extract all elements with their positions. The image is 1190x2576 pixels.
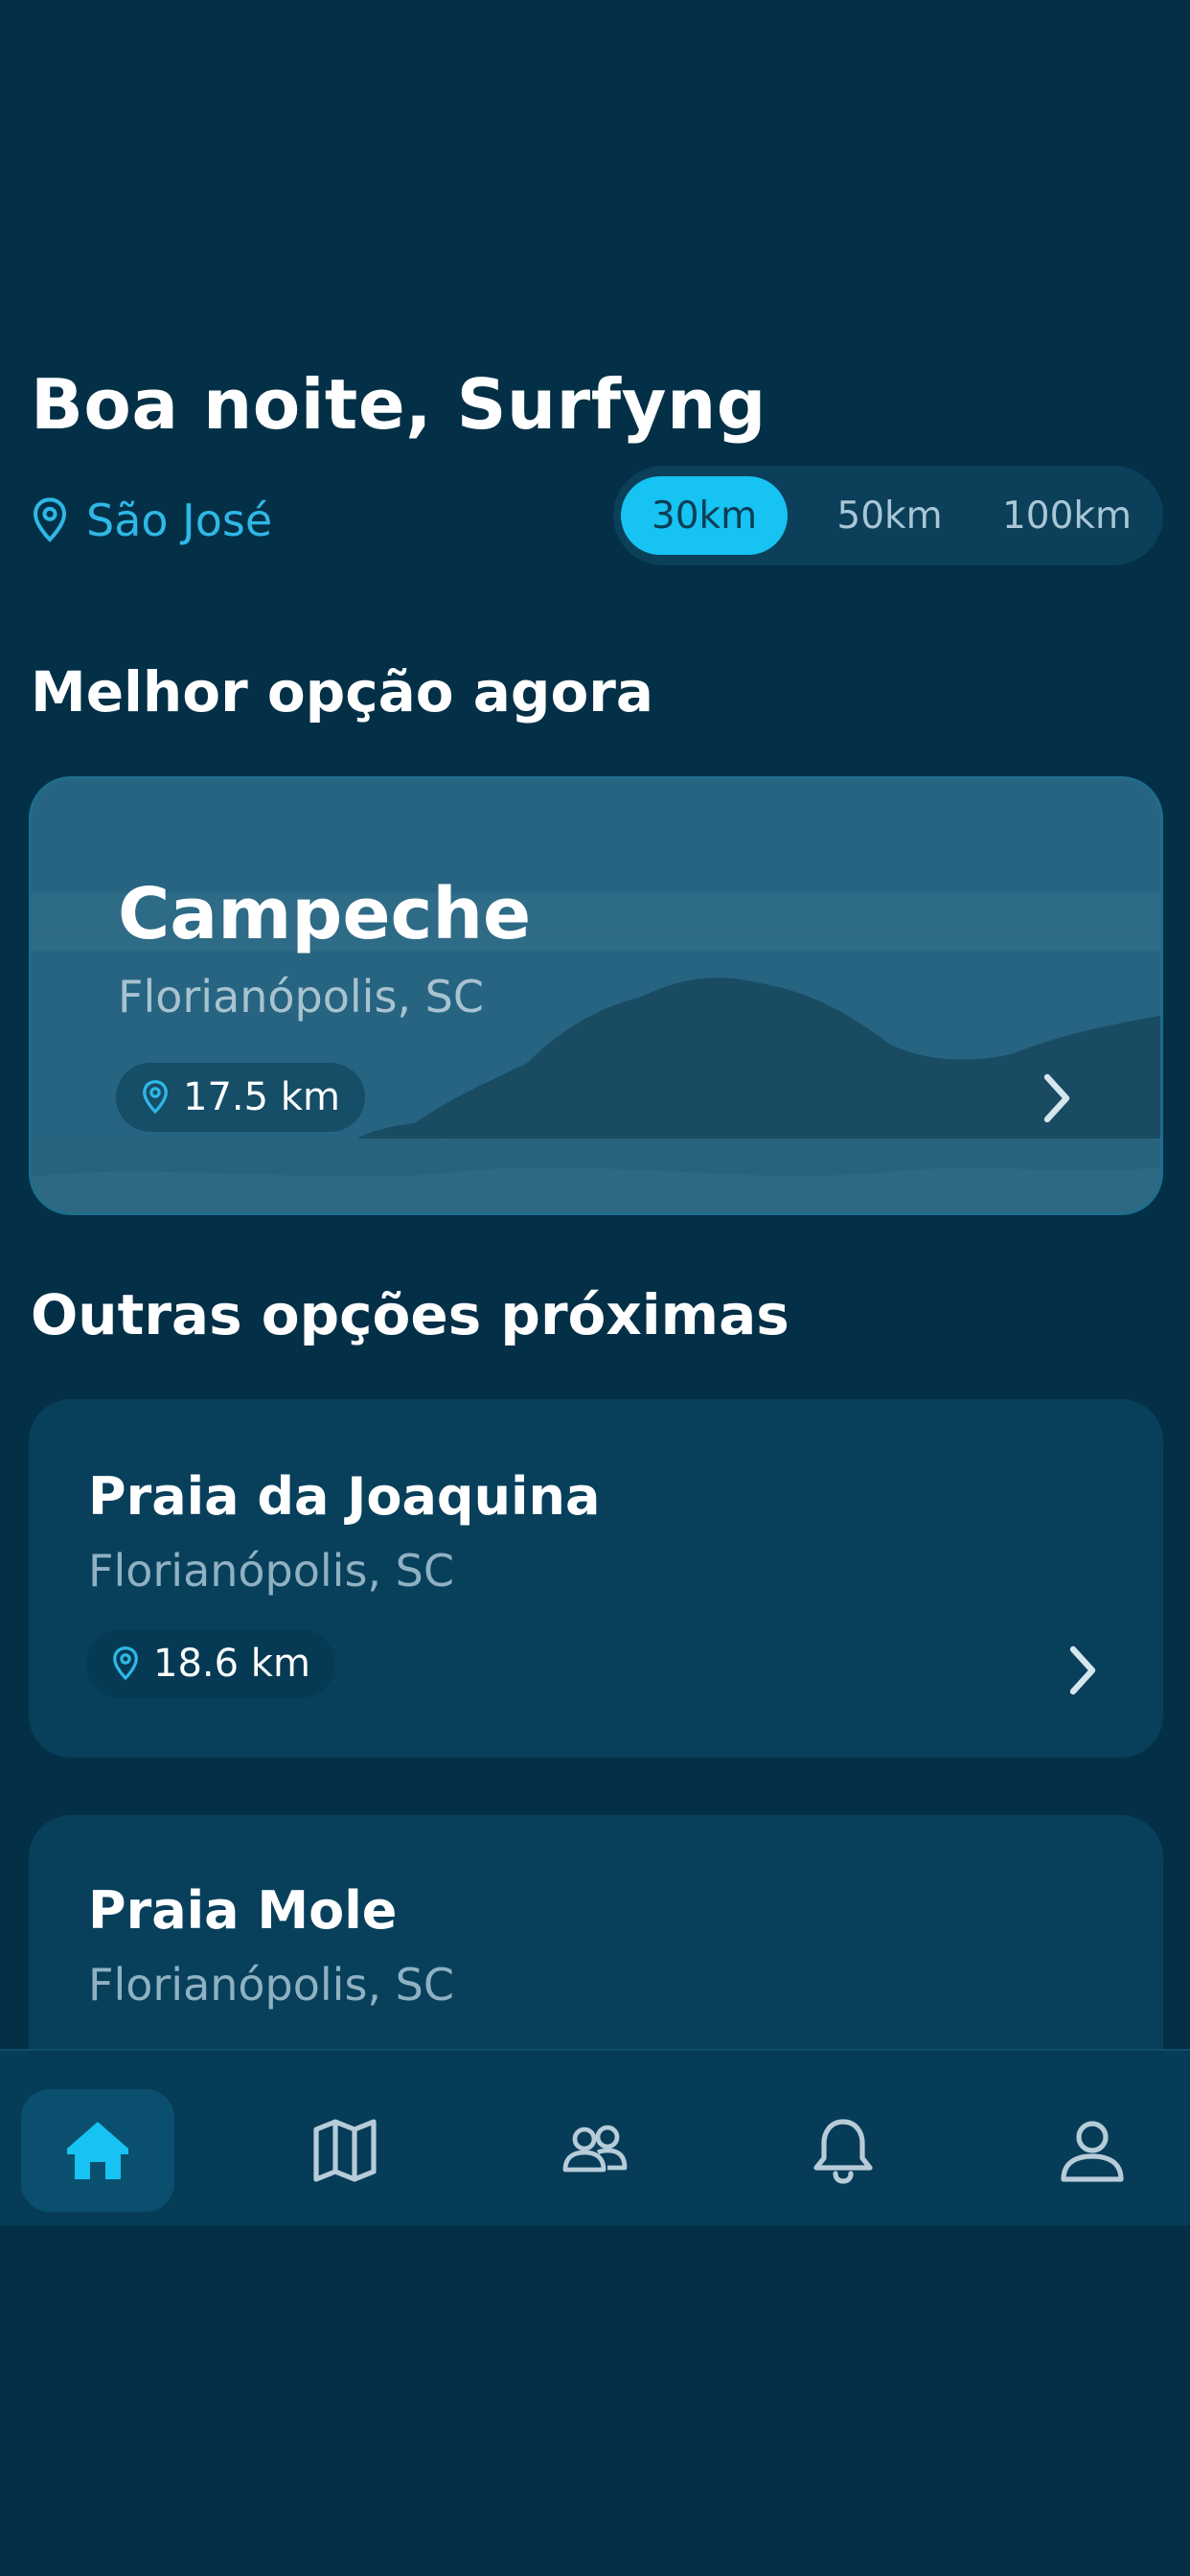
best-option-title: Melhor opção agora (31, 659, 654, 724)
spot-region: Florianópolis, SC (88, 1545, 454, 1597)
spot-card[interactable]: Praia da Joaquina Florianópolis, SC 18.6… (29, 1399, 1163, 1758)
spot-name: Praia da Joaquina (88, 1466, 601, 1527)
best-spot-name: Campeche (118, 873, 532, 955)
greeting-title: Boa noite, Surfyng (31, 364, 767, 445)
bottom-tab-bar (0, 2049, 1190, 2225)
tab-notifications[interactable] (767, 2089, 920, 2212)
best-spot-card[interactable]: Campeche Florianópolis, SC 17.5 km (29, 776, 1163, 1215)
map-icon (313, 2119, 377, 2182)
best-spot-distance-badge: 17.5 km (116, 1063, 365, 1132)
home-icon (67, 2122, 128, 2179)
chevron-right-icon (1043, 1073, 1070, 1123)
current-location[interactable]: São José (31, 487, 272, 554)
radius-option-30km[interactable]: 30km (621, 476, 788, 555)
tab-profile[interactable] (1016, 2089, 1169, 2212)
profile-icon (1061, 2121, 1124, 2182)
spot-distance-badge: 18.6 km (86, 1629, 335, 1698)
bell-icon (813, 2119, 873, 2184)
tab-home[interactable] (21, 2089, 174, 2212)
community-icon (562, 2125, 628, 2173)
location-pin-icon (143, 1080, 168, 1115)
tab-community[interactable] (517, 2089, 671, 2212)
tab-map[interactable] (268, 2089, 422, 2212)
radius-option-50km[interactable]: 50km (801, 476, 978, 555)
radius-filter: 30km 50km 100km (613, 466, 1163, 565)
location-pin-icon (113, 1646, 138, 1681)
spot-name: Praia Mole (88, 1880, 398, 1941)
best-spot-distance: 17.5 km (183, 1075, 340, 1119)
best-spot-region: Florianópolis, SC (118, 971, 484, 1023)
location-pin-icon (33, 497, 67, 542)
radius-option-100km[interactable]: 100km (978, 476, 1156, 555)
spot-region: Florianópolis, SC (88, 1959, 454, 2011)
app-screen: Boa noite, Surfyng São José 30km 50km 10… (0, 0, 1190, 2576)
spot-distance: 18.6 km (153, 1642, 310, 1686)
other-options-title: Outras opções próximas (31, 1282, 790, 1347)
chevron-right-icon (1069, 1645, 1096, 1695)
location-label: São José (86, 494, 273, 546)
